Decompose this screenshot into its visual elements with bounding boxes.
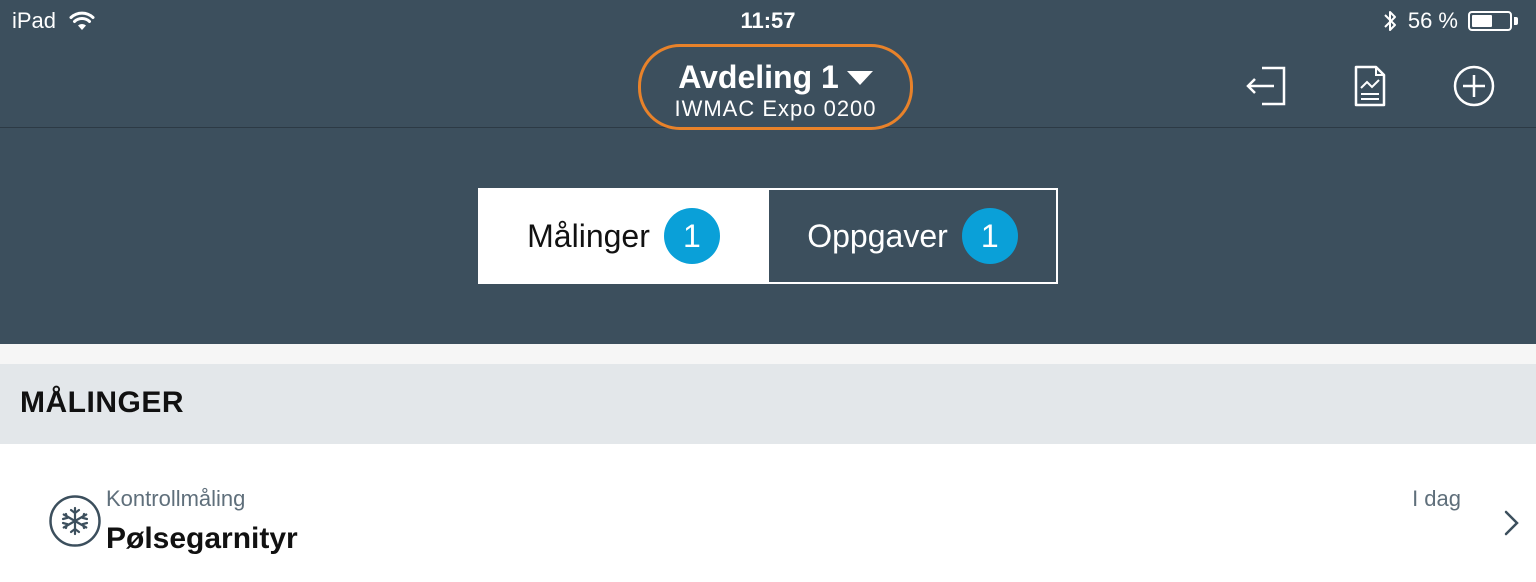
store-name: IWMAC Expo 0200 — [674, 96, 877, 121]
chevron-right-icon — [1504, 510, 1519, 536]
divider-strip — [0, 344, 1536, 364]
caret-down-icon — [846, 70, 873, 85]
snowflake-icon — [49, 495, 101, 547]
navigation-bar: Avdeling 1 IWMAC Expo 0200 — [0, 40, 1536, 130]
battery-icon — [1468, 11, 1512, 31]
tab-malinger[interactable]: Målinger 1 — [480, 190, 767, 282]
tab-oppgaver-badge: 1 — [961, 208, 1018, 264]
item-date: I dag — [1412, 486, 1461, 511]
tab-malinger-label: Målinger — [527, 217, 650, 254]
battery-percent: 56 % — [1407, 8, 1458, 33]
section-header: MÅLINGER — [0, 364, 1536, 444]
battery-tip — [1514, 17, 1518, 25]
department-title: Avdeling 1 — [678, 59, 839, 95]
clock: 11:57 — [740, 8, 796, 33]
list-item[interactable]: Kontrollmåling Pølsegarnityr I dag — [0, 444, 1536, 582]
item-title: Pølsegarnityr — [106, 522, 298, 555]
report-icon[interactable] — [1348, 64, 1392, 108]
status-right: 56 % — [1382, 8, 1518, 34]
battery-fill — [1472, 15, 1493, 27]
department-selector[interactable]: Avdeling 1 IWMAC Expo 0200 — [638, 44, 913, 130]
logout-icon[interactable] — [1244, 64, 1288, 108]
status-bar: iPad 11:57 56 % — [0, 0, 1536, 40]
add-icon[interactable] — [1452, 64, 1496, 108]
department-title-row: Avdeling 1 — [641, 59, 910, 96]
app-header: iPad 11:57 56 % Avdeling 1 IWMAC Expo 02… — [0, 0, 1536, 344]
tab-oppgaver[interactable]: Oppgaver 1 — [767, 190, 1056, 282]
tab-oppgaver-label: Oppgaver — [807, 217, 948, 254]
segmented-control: Målinger 1 Oppgaver 1 — [478, 188, 1058, 284]
tab-malinger-badge: 1 — [663, 208, 720, 264]
item-category: Kontrollmåling — [106, 486, 246, 511]
bluetooth-icon — [1384, 11, 1396, 31]
section-title: MÅLINGER — [20, 386, 184, 419]
